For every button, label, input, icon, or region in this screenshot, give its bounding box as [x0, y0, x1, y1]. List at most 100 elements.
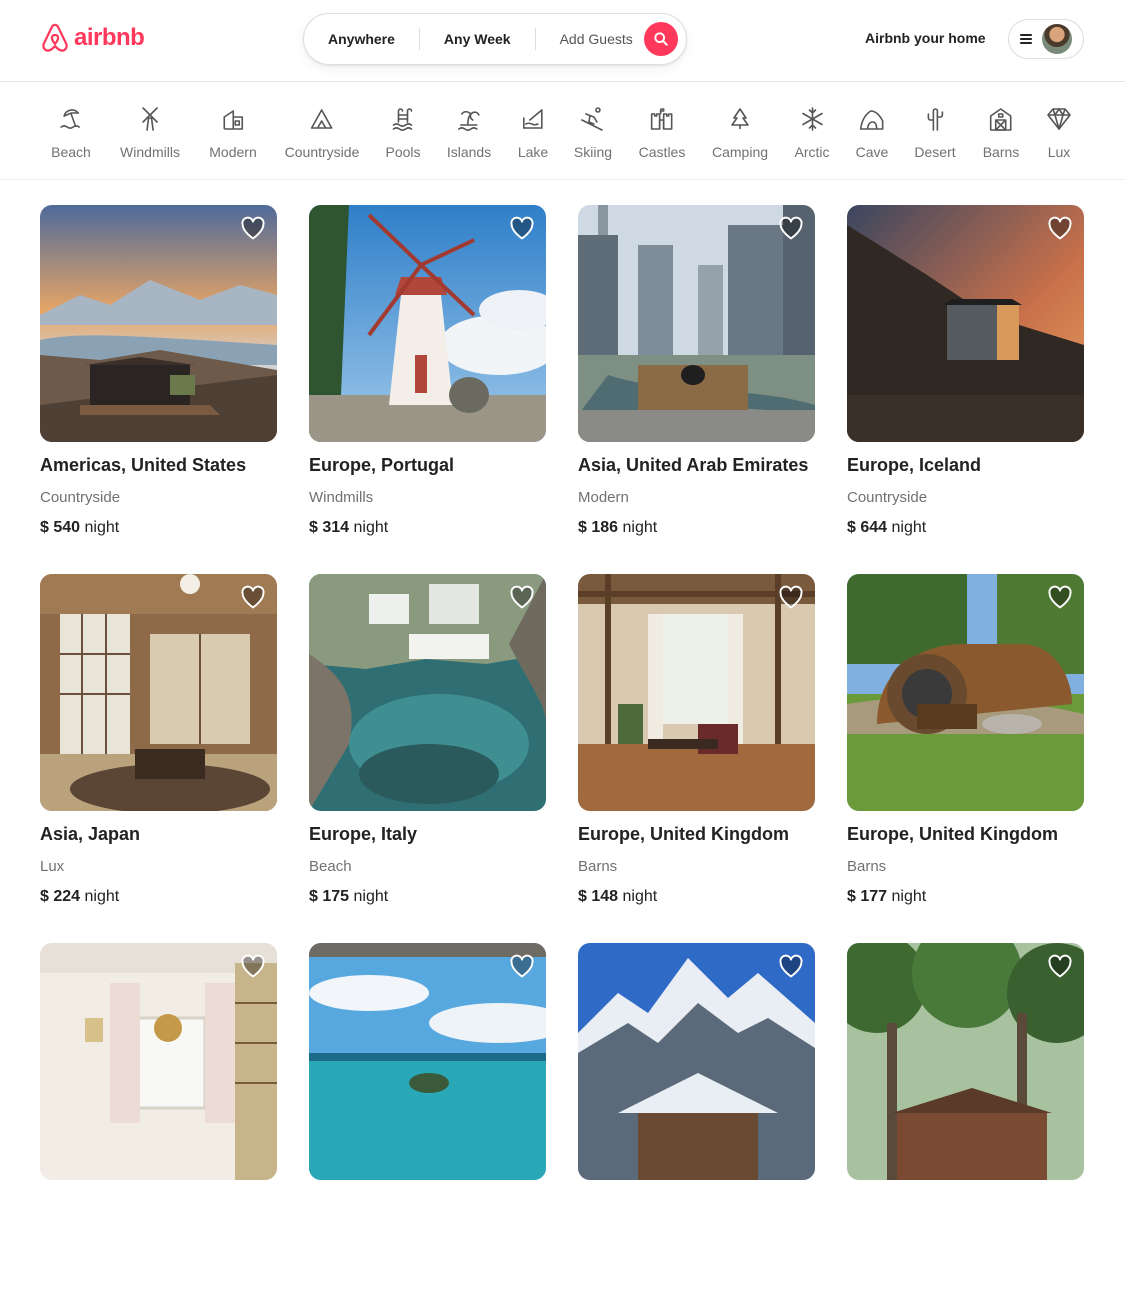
airbnb-your-home-link[interactable]: Airbnb your home — [865, 30, 986, 46]
category-bar: Beach Windmills Modern Countryside Pools… — [0, 82, 1125, 180]
listing-card[interactable] — [578, 943, 815, 1312]
listing-card[interactable]: Asia, United Arab Emirates Modern $ 186 … — [578, 205, 815, 574]
listing-image — [578, 574, 815, 811]
favorite-heart-icon[interactable] — [509, 585, 535, 609]
airbnb-logo[interactable]: airbnb — [40, 22, 145, 54]
listing-image — [40, 943, 277, 1180]
listing-card[interactable]: Europe, United Kingdom Barns $ 177 night — [847, 574, 1084, 943]
listing-image — [578, 943, 815, 1180]
top-header: airbnb Anywhere Any Week Add Guests Airb… — [0, 0, 1125, 82]
listing-image — [578, 205, 815, 442]
listing-photo[interactable] — [847, 205, 1084, 442]
listing-photo[interactable] — [40, 574, 277, 811]
listing-image — [40, 205, 277, 442]
category-arctic[interactable]: Arctic — [795, 106, 830, 160]
favorite-heart-icon[interactable] — [509, 954, 535, 978]
listing-price-line: $ 540 night — [40, 519, 277, 537]
category-modern[interactable]: Modern — [209, 106, 257, 160]
category-castles[interactable]: Castles — [639, 106, 685, 160]
windmill-icon — [142, 107, 158, 131]
favorite-heart-icon[interactable] — [778, 954, 804, 978]
listing-location: Europe, Italy — [309, 824, 418, 844]
category-label: Lake — [517, 144, 549, 160]
search-any-week[interactable]: Any Week — [420, 31, 535, 47]
hamburger-icon — [1020, 34, 1032, 44]
listing-card[interactable]: Europe, Italy Beach $ 175 night — [309, 574, 546, 943]
search-add-guests[interactable]: Add Guests — [536, 31, 657, 47]
favorite-heart-icon[interactable] — [240, 585, 266, 609]
listing-image — [309, 574, 546, 811]
listing-card[interactable]: Asia, Japan Lux $ 224 night — [40, 574, 277, 943]
listing-card[interactable] — [40, 943, 277, 1312]
listing-category: Barns — [847, 858, 887, 875]
listing-photo[interactable] — [309, 943, 546, 1180]
favorite-heart-icon[interactable] — [1047, 216, 1073, 240]
diamond-icon — [1047, 108, 1071, 130]
listing-price-line: $ 148 night — [578, 888, 815, 906]
listing-image — [309, 943, 546, 1180]
listing-photo[interactable] — [847, 943, 1084, 1180]
listing-price: $ 314 — [309, 519, 350, 536]
listing-photo[interactable] — [578, 574, 815, 811]
lake-icon — [523, 109, 543, 129]
listing-price-line: $ 175 night — [309, 888, 546, 906]
favorite-heart-icon[interactable] — [1047, 585, 1073, 609]
listing-card[interactable]: Europe, Iceland Countryside $ 644 night — [847, 205, 1084, 574]
category-desert[interactable]: Desert — [914, 106, 956, 160]
search-icon — [654, 32, 668, 46]
listing-card[interactable]: Americas, United States Countryside $ 54… — [40, 205, 277, 574]
category-barns[interactable]: Barns — [983, 106, 1019, 160]
listing-photo[interactable] — [40, 943, 277, 1180]
listing-photo[interactable] — [40, 205, 277, 442]
category-label: Modern — [209, 144, 257, 160]
listing-image — [847, 205, 1084, 442]
pool-icon — [392, 108, 412, 131]
favorite-heart-icon[interactable] — [240, 954, 266, 978]
category-islands[interactable]: Islands — [447, 106, 491, 160]
listing-price-line: $ 644 night — [847, 519, 1084, 537]
listing-price-unit: night — [622, 519, 658, 536]
listing-location: Asia, United Arab Emirates — [578, 455, 809, 475]
category-skiing[interactable]: Skiing — [574, 106, 612, 160]
category-label: Windmills — [120, 144, 180, 160]
listing-price-unit: night — [622, 888, 658, 905]
listing-price-line: $ 224 night — [40, 888, 277, 906]
listing-card[interactable] — [309, 943, 546, 1312]
category-windmills[interactable]: Windmills — [120, 106, 180, 160]
logo-text: airbnb — [74, 24, 145, 51]
listing-photo[interactable] — [578, 205, 815, 442]
search-anywhere[interactable]: Anywhere — [304, 31, 419, 47]
category-lake[interactable]: Lake — [518, 106, 548, 160]
favorite-heart-icon[interactable] — [778, 585, 804, 609]
search-button[interactable] — [644, 22, 678, 56]
category-camping[interactable]: Camping — [712, 106, 768, 160]
listing-photo[interactable] — [847, 574, 1084, 811]
category-countryside[interactable]: Countryside — [285, 106, 359, 160]
listing-photo[interactable] — [309, 574, 546, 811]
listing-price-unit: night — [84, 888, 120, 905]
listing-price-unit: night — [891, 888, 927, 905]
modern-house-icon — [223, 110, 243, 130]
countryside-icon — [311, 109, 333, 129]
listing-location: Europe, United Kingdom — [847, 824, 1058, 844]
favorite-heart-icon[interactable] — [240, 216, 266, 240]
listing-card[interactable]: Europe, United Kingdom Barns $ 148 night — [578, 574, 815, 943]
category-beach[interactable]: Beach — [51, 106, 91, 160]
category-lux[interactable]: Lux — [1046, 106, 1072, 160]
user-menu-button[interactable] — [1008, 19, 1084, 59]
listing-photo[interactable] — [309, 205, 546, 442]
favorite-heart-icon[interactable] — [778, 216, 804, 240]
category-cave[interactable]: Cave — [856, 106, 888, 160]
listing-card[interactable] — [847, 943, 1084, 1312]
listing-photo[interactable] — [578, 943, 815, 1180]
listing-image — [309, 205, 546, 442]
listing-price-line: $ 186 night — [578, 519, 815, 537]
search-bar[interactable]: Anywhere Any Week Add Guests — [303, 13, 687, 65]
category-label: Lux — [1047, 144, 1071, 160]
listing-price: $ 224 — [40, 888, 81, 905]
listing-price-unit: night — [84, 519, 120, 536]
favorite-heart-icon[interactable] — [509, 216, 535, 240]
category-pools[interactable]: Pools — [385, 106, 421, 160]
favorite-heart-icon[interactable] — [1047, 954, 1073, 978]
listing-card[interactable]: Europe, Portugal Windmills $ 314 night — [309, 205, 546, 574]
